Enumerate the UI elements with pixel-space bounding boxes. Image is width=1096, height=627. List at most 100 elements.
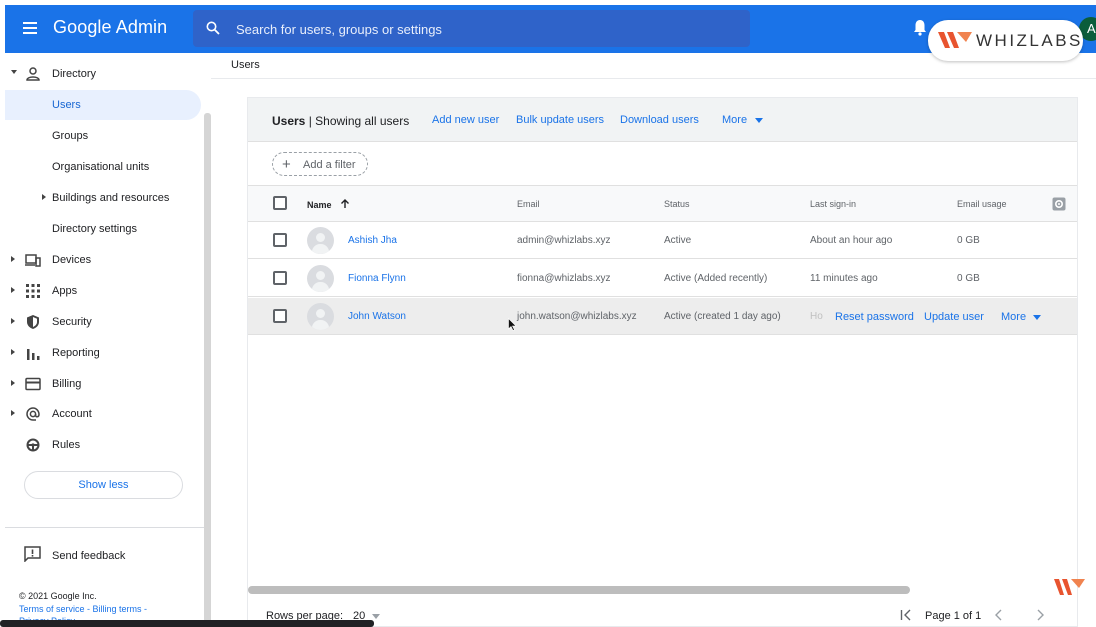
user-name-link[interactable]: John Watson	[348, 311, 406, 322]
page-indicator: Page 1 of 1	[925, 610, 982, 622]
sidebar-item-apps[interactable]: Apps	[5, 276, 201, 306]
sidebar-item-account[interactable]: Account	[5, 399, 201, 429]
row-checkbox[interactable]	[273, 271, 287, 285]
user-last-signin: About an hour ago	[810, 235, 893, 246]
devices-icon	[25, 254, 41, 267]
sidebar-nav: Directory Users Groups Organisational un…	[5, 53, 211, 627]
table-row[interactable]: John Watson john.watson@whizlabs.xyz Act…	[248, 298, 1077, 335]
sidebar-item-label: Groups	[52, 130, 89, 142]
sidebar-item-directory-settings[interactable]: Directory settings	[5, 214, 201, 244]
column-header-email-usage[interactable]: Email usage	[957, 199, 1007, 209]
user-name-link[interactable]: Ashish Jha	[348, 235, 397, 246]
column-header-status[interactable]: Status	[664, 199, 690, 209]
horizontal-scrollbar[interactable]	[248, 586, 910, 594]
mouse-cursor-icon	[508, 318, 517, 331]
credit-card-icon	[25, 377, 41, 391]
whizlabs-corner-logo-icon	[1054, 579, 1085, 595]
table-row[interactable]: Ashish Jha admin@whizlabs.xyz Active Abo…	[248, 222, 1077, 259]
sidebar-item-label: Security	[52, 316, 92, 328]
sidebar-item-label: Directory	[52, 68, 97, 80]
user-email: admin@whizlabs.xyz	[517, 235, 611, 246]
user-email-usage: 0 GB	[957, 235, 980, 246]
sidebar-item-org-units[interactable]: Organisational units	[5, 152, 201, 182]
sidebar-item-groups[interactable]: Groups	[5, 121, 201, 151]
bar-chart-icon	[27, 349, 40, 360]
copyright-text: © 2021 Google Inc.	[19, 591, 97, 601]
more-actions-button[interactable]: More	[722, 114, 764, 126]
user-email: john.watson@whizlabs.xyz	[517, 311, 637, 322]
table-row[interactable]: Fionna Flynn fionna@whizlabs.xyz Active …	[248, 260, 1077, 297]
sidebar-item-users[interactable]: Users	[5, 90, 201, 120]
user-email-usage: 0 GB	[957, 273, 980, 284]
breadcrumb-current: Users	[231, 59, 260, 71]
sidebar-item-label: Reporting	[52, 347, 100, 359]
feedback-icon	[24, 546, 41, 562]
admin-console: Google Admin A WHIZLABS Directory Users …	[0, 0, 1096, 627]
row-checkbox[interactable]	[273, 309, 287, 323]
search-box[interactable]	[193, 10, 750, 47]
shield-icon	[27, 315, 39, 329]
next-page-icon[interactable]	[1035, 609, 1045, 621]
sidebar-item-security[interactable]: Security	[5, 307, 201, 337]
apps-grid-icon	[26, 284, 40, 298]
add-filter-label: Add a filter	[303, 159, 356, 171]
sidebar-item-buildings[interactable]: Buildings and resources	[5, 183, 201, 213]
sidebar-item-directory[interactable]: Directory	[5, 59, 201, 89]
sidebar-item-billing[interactable]: Billing	[5, 369, 201, 399]
show-less-button[interactable]: Show less	[24, 471, 183, 499]
at-sign-icon	[26, 407, 40, 421]
first-page-icon[interactable]	[900, 609, 912, 621]
users-panel-header: Users | Showing all users Add new user B…	[248, 98, 1077, 142]
select-all-checkbox[interactable]	[273, 196, 287, 210]
add-filter-button[interactable]: + Add a filter	[272, 152, 368, 176]
sort-ascending-icon	[340, 199, 349, 208]
caret-right-icon	[11, 380, 15, 386]
legal-links[interactable]: Terms of service - Billing terms -	[19, 604, 169, 614]
send-feedback-link[interactable]: Send feedback	[24, 546, 194, 566]
column-settings-gear-icon[interactable]	[1052, 197, 1066, 211]
hamburger-menu-icon[interactable]	[23, 19, 41, 37]
caret-right-icon	[11, 256, 15, 262]
column-header-last-signin[interactable]: Last sign-in	[810, 199, 856, 209]
sidebar-scrollbar[interactable]	[204, 113, 211, 627]
download-users-button[interactable]: Download users	[620, 114, 699, 126]
column-header-name[interactable]: Name	[307, 199, 350, 210]
search-icon	[206, 21, 220, 35]
breadcrumb: Users	[211, 53, 1096, 79]
watermark-text: WHIZLABS	[976, 31, 1083, 50]
update-user-button[interactable]: Update user	[924, 311, 984, 323]
caret-right-icon	[11, 318, 15, 324]
caret-down-icon	[11, 70, 17, 74]
sidebar-item-label: Users	[52, 99, 81, 111]
row-checkbox[interactable]	[273, 233, 287, 247]
add-new-user-button[interactable]: Add new user	[432, 114, 499, 126]
person-icon	[26, 67, 40, 81]
caret-right-icon	[11, 410, 15, 416]
search-input[interactable]	[236, 19, 736, 39]
panel-title: Users | Showing all users	[272, 114, 410, 128]
user-status: Active (created 1 day ago)	[664, 311, 781, 322]
user-status: Active	[664, 235, 692, 246]
previous-page-icon[interactable]	[994, 609, 1004, 621]
bulk-update-users-button[interactable]: Bulk update users	[516, 114, 604, 126]
sidebar-item-rules[interactable]: Rules	[5, 430, 201, 460]
notifications-bell-icon[interactable]	[913, 19, 927, 36]
video-progress-bar	[0, 620, 374, 627]
sidebar-item-reporting[interactable]: Reporting	[5, 338, 201, 368]
row-more-button[interactable]: More	[1001, 311, 1042, 323]
sidebar-item-label: Buildings and resources	[52, 192, 170, 204]
steering-icon	[26, 438, 40, 452]
user-avatar	[307, 265, 334, 292]
column-header-email[interactable]: Email	[517, 199, 540, 209]
sidebar-item-devices[interactable]: Devices	[5, 245, 201, 275]
dropdown-arrow-icon	[755, 117, 764, 123]
app-title[interactable]: Google Admin	[53, 17, 167, 38]
sidebar-item-label: Organisational units	[52, 161, 150, 173]
sidebar-item-label: Devices	[52, 254, 92, 266]
user-avatar	[307, 227, 334, 254]
whizlabs-logo-icon	[938, 32, 972, 48]
user-name-link[interactable]: Fionna Flynn	[348, 273, 406, 284]
user-last-signin: Ho	[810, 311, 823, 322]
reset-password-button[interactable]: Reset password	[835, 311, 914, 323]
sidebar-item-label: Rules	[52, 439, 81, 451]
